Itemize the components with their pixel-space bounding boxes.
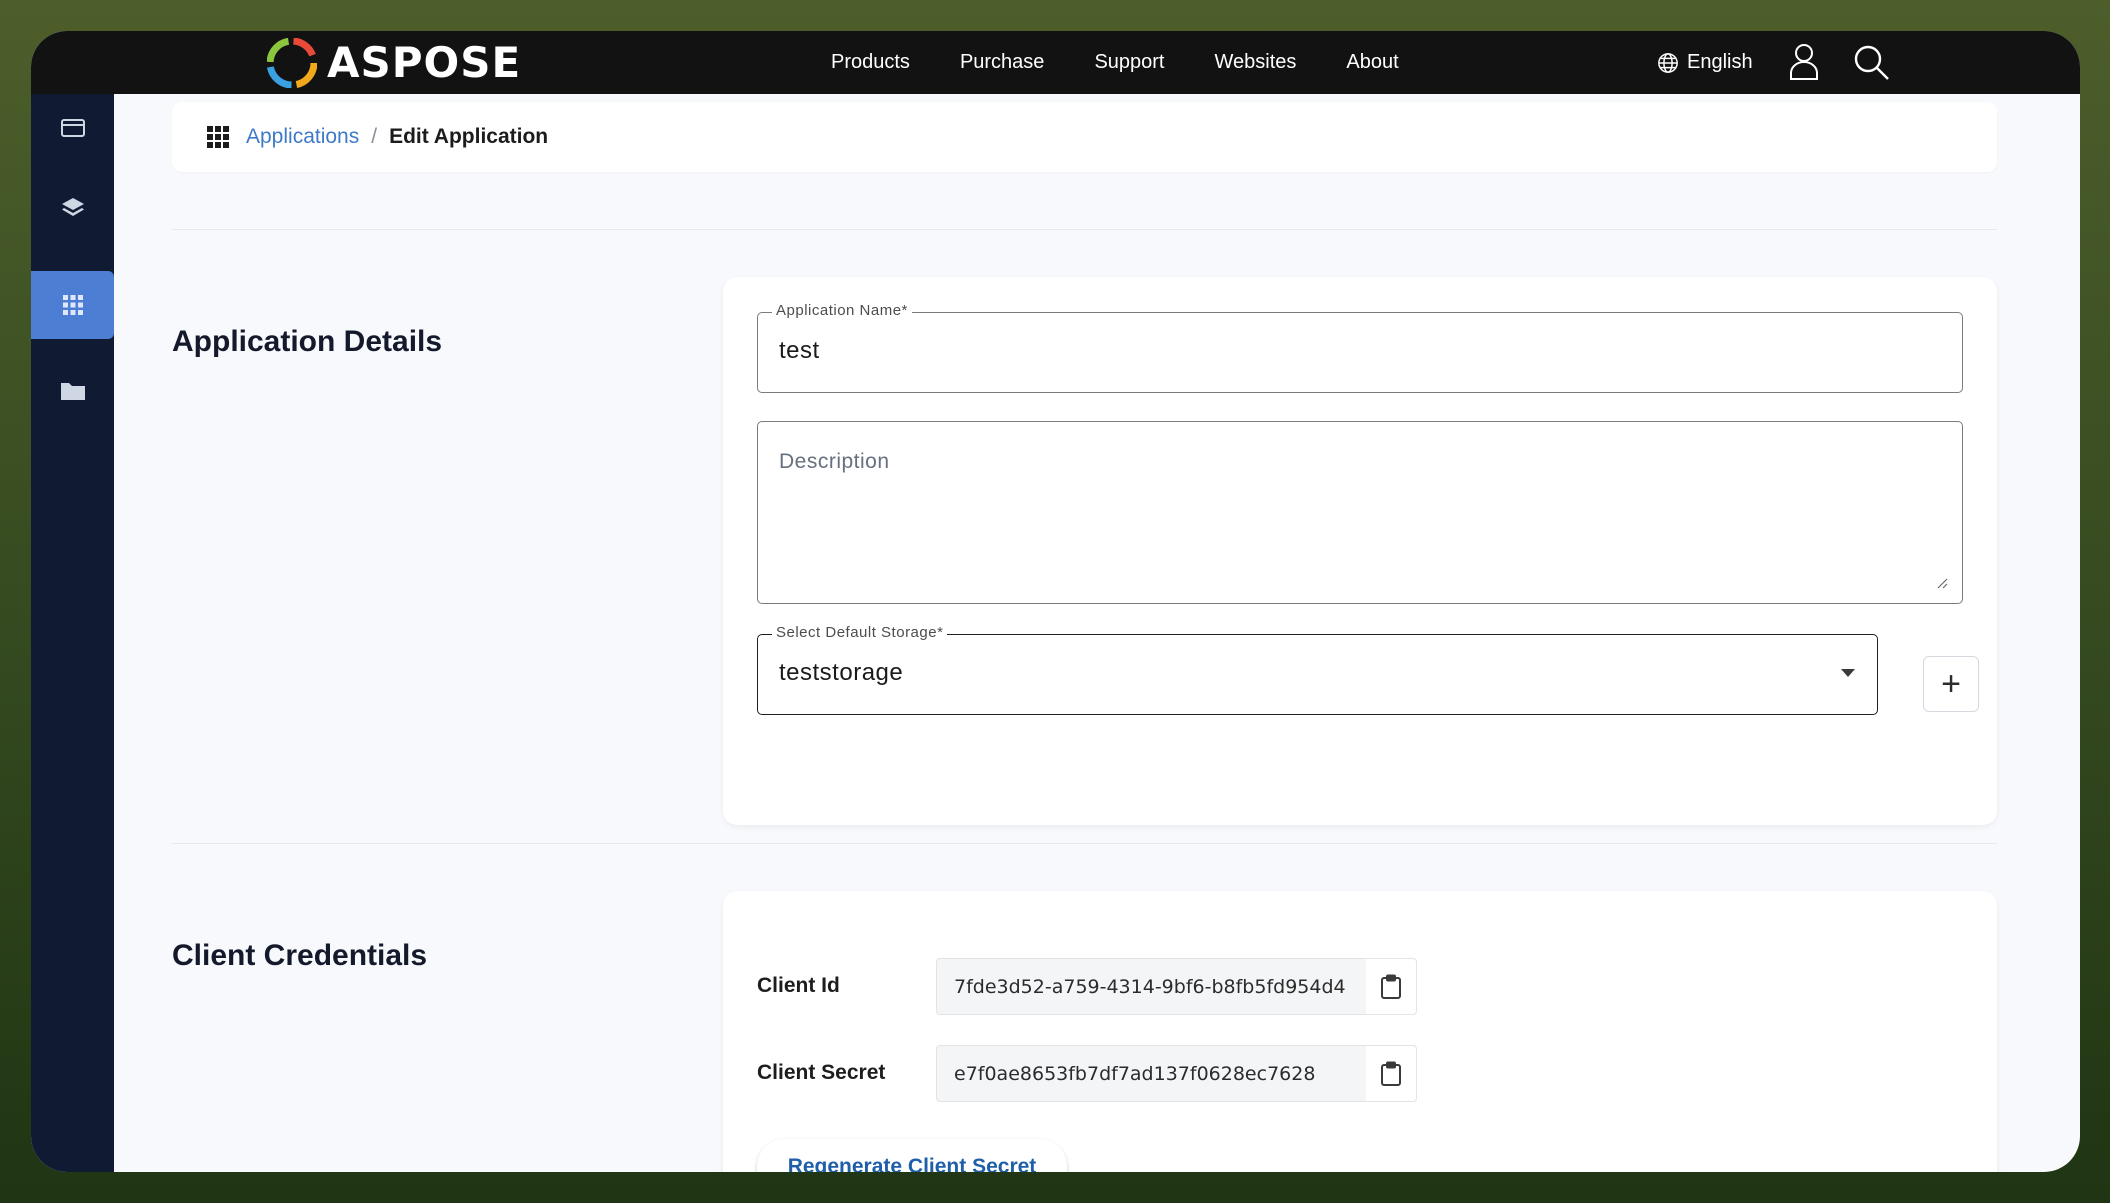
application-name-label: Application Name* (772, 302, 912, 319)
nav-products[interactable]: Products (831, 51, 910, 74)
default-storage-value: teststorage (779, 659, 904, 686)
client-secret-field[interactable]: e7f0ae8653fb7df7ad137f0628ec7628 (936, 1045, 1368, 1102)
nav-websites[interactable]: Websites (1215, 51, 1297, 74)
client-secret-value: e7f0ae8653fb7df7ad137f0628ec7628 (954, 1062, 1316, 1085)
app-window: ASPOSE Products Purchase Support Website… (31, 31, 2080, 1172)
folder-icon (60, 383, 85, 400)
copy-client-secret-button[interactable] (1366, 1045, 1417, 1102)
sidebar (31, 94, 114, 1172)
breadcrumb-separator: / (371, 125, 378, 148)
breadcrumb-applications-link[interactable]: Applications (246, 125, 359, 149)
sidebar-item-products[interactable] (31, 174, 114, 242)
main-nav: Products Purchase Support Websites About (831, 31, 1449, 94)
sidebar-item-billing[interactable] (31, 94, 114, 162)
nav-purchase[interactable]: Purchase (960, 51, 1045, 74)
user-icon[interactable] (1789, 43, 1819, 81)
sidebar-item-storage[interactable] (31, 357, 114, 425)
top-navigation-bar: ASPOSE Products Purchase Support Website… (31, 31, 2080, 94)
client-credentials-card: Client Id 7fde3d52-a759-4314-9bf6-b8fb5f… (723, 891, 1997, 1172)
layers-icon (61, 198, 84, 216)
client-id-field[interactable]: 7fde3d52-a759-4314-9bf6-b8fb5fd954d4 (936, 958, 1368, 1015)
globe-icon (1658, 52, 1678, 73)
credit-card-icon (60, 119, 85, 137)
breadcrumb-current: Edit Application (389, 125, 549, 148)
application-name-field[interactable]: Application Name* test (757, 302, 1963, 393)
nav-support[interactable]: Support (1094, 51, 1164, 74)
section-divider (172, 229, 1997, 230)
language-label: English (1687, 51, 1753, 73)
apps-grid-icon (207, 126, 229, 148)
apps-grid-icon (62, 295, 83, 315)
resize-grip-icon[interactable] (1936, 577, 1948, 589)
regenerate-client-secret-button[interactable]: Regenerate Client Secret (757, 1139, 1067, 1172)
application-details-title: Application Details (172, 325, 443, 358)
brand-name: ASPOSE (327, 38, 522, 87)
description-textarea[interactable]: Description (757, 421, 1963, 604)
nav-about[interactable]: About (1346, 51, 1398, 74)
clipboard-icon (1381, 1061, 1401, 1086)
language-selector[interactable]: English (1657, 31, 1753, 94)
client-id-label: Client Id (757, 974, 840, 997)
breadcrumb: Applications / Edit Application (172, 102, 1997, 172)
sidebar-item-applications[interactable] (31, 271, 114, 339)
description-placeholder: Description (779, 450, 890, 473)
aspose-logo-icon (267, 37, 317, 88)
copy-client-id-button[interactable] (1366, 958, 1417, 1015)
clipboard-icon (1381, 974, 1401, 999)
client-credentials-title: Client Credentials (172, 939, 428, 972)
client-id-value: 7fde3d52-a759-4314-9bf6-b8fb5fd954d4 (954, 975, 1346, 998)
default-storage-select[interactable]: Select Default Storage* teststorage (757, 624, 1878, 715)
search-icon[interactable] (1853, 44, 1891, 82)
section-divider (172, 843, 1997, 844)
application-details-card: Application Name* test Description Selec… (723, 277, 1997, 825)
client-secret-label: Client Secret (757, 1061, 886, 1084)
default-storage-label: Select Default Storage* (772, 624, 948, 641)
brand-logo[interactable]: ASPOSE (267, 31, 521, 94)
application-name-value: test (779, 337, 820, 364)
add-storage-button[interactable]: + (1923, 656, 1979, 712)
chevron-down-icon[interactable] (1841, 669, 1855, 677)
